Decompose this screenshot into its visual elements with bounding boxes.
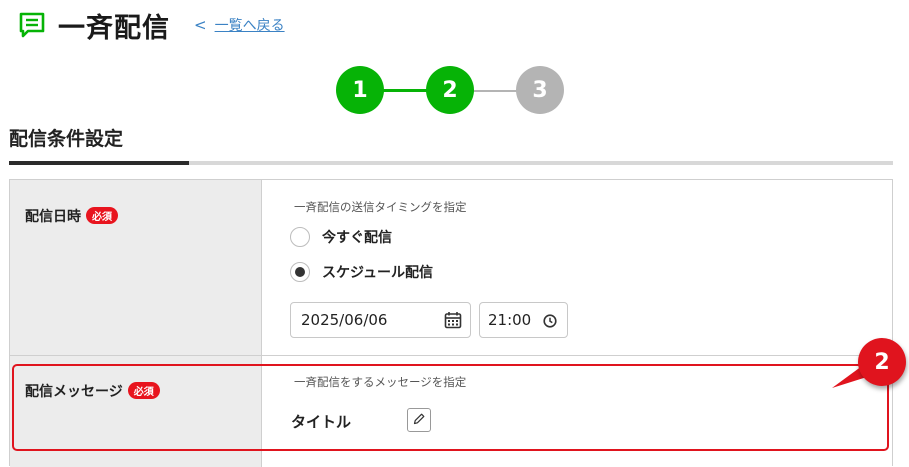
- section-title: 配信条件設定: [9, 128, 124, 150]
- step-connector-done: [380, 89, 430, 92]
- schedule-row: 配信日時 必須 一斉配信の送信タイミングを指定 今すぐ配信 スケジュール配信 20…: [10, 180, 892, 356]
- back-to-list-label: 一覧へ戻る: [214, 18, 285, 34]
- page-title: 一斉配信: [58, 12, 170, 44]
- radio-scheduled[interactable]: スケジュール配信: [290, 262, 433, 282]
- step-1: 1: [336, 66, 384, 114]
- chevron-left-icon: <: [194, 16, 207, 34]
- step-3: 3: [516, 66, 564, 114]
- page-header: 一斉配信: [18, 8, 170, 44]
- progress-stepper: 1 2 3: [336, 66, 566, 116]
- step-connector-upcoming: [470, 90, 520, 92]
- clock-icon[interactable]: [543, 313, 557, 332]
- annotation-highlight-box: [12, 364, 889, 451]
- radio-send-now-label: 今すぐ配信: [322, 230, 392, 246]
- message-list-icon: [18, 11, 46, 39]
- calendar-icon[interactable]: [444, 311, 462, 333]
- schedule-label: 配信日時: [25, 209, 81, 225]
- schedule-label-cell: 配信日時 必須: [10, 180, 262, 355]
- date-value: 2025/06/06: [301, 311, 388, 329]
- radio-send-now[interactable]: 今すぐ配信: [290, 227, 392, 247]
- schedule-hint: 一斉配信の送信タイミングを指定: [294, 200, 467, 214]
- date-input[interactable]: 2025/06/06: [290, 302, 471, 338]
- required-badge: 必須: [86, 207, 118, 224]
- back-to-list-link[interactable]: < 一覧へ戻る: [194, 15, 285, 35]
- radio-circle[interactable]: [290, 227, 310, 247]
- radio-scheduled-label: スケジュール配信: [322, 265, 434, 281]
- time-input[interactable]: 21:00: [479, 302, 568, 338]
- annotation-callout-badge: 2: [858, 338, 906, 386]
- time-value: 21:00: [488, 311, 532, 329]
- schedule-label-wrap: 配信日時 必須: [25, 206, 118, 226]
- section-divider-accent: [9, 161, 189, 165]
- radio-circle-checked[interactable]: [290, 262, 310, 282]
- step-2: 2: [426, 66, 474, 114]
